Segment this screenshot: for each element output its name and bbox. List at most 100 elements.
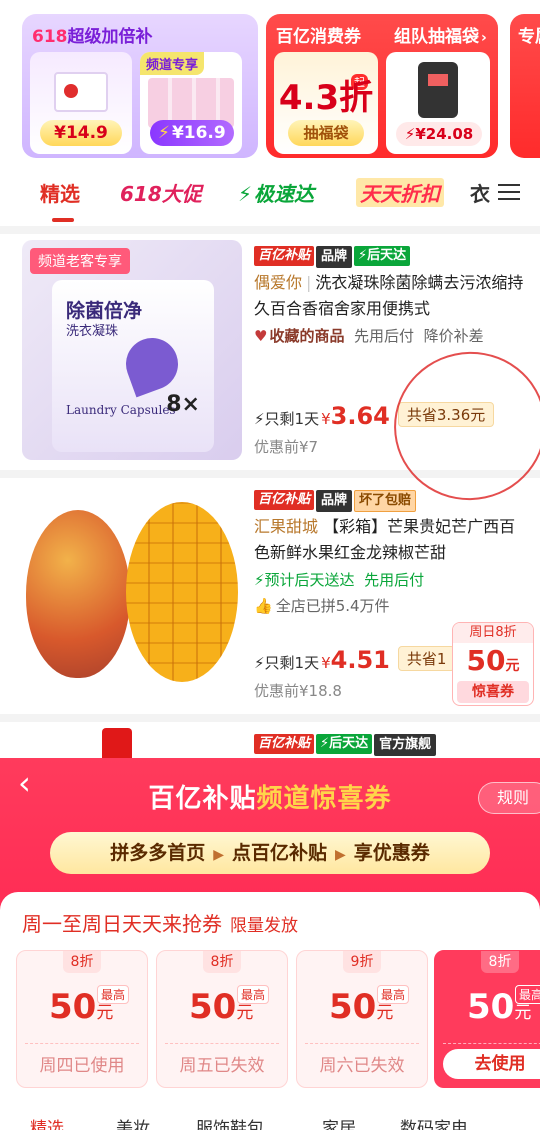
coupon-value: 50元 — [466, 644, 520, 677]
mango-cut-image — [126, 502, 238, 682]
coupon-card[interactable]: 8折 最高 50元 周四已使用 — [16, 950, 148, 1088]
tab-featured[interactable]: 精选 — [40, 178, 80, 222]
tab-express[interactable]: ⚡ 极速达 — [238, 178, 314, 207]
old-customer-badge: 频道老客专享 — [30, 248, 130, 274]
coupon-sheet: ‹ 百亿补贴频道惊喜券 规则 拼多多首页 ▶ 点百亿补贴 ▶ 享优惠券 周一至周日天天来… — [0, 758, 540, 1130]
tag-brand: 品牌 — [316, 246, 353, 268]
sheet-title: 百亿补贴频道惊喜券 — [148, 784, 392, 814]
product-tags: 百亿补贴 品牌 坏了包赔 — [254, 490, 530, 514]
tag-flagship: 官方旗舰 — [374, 734, 437, 756]
chevron-right-icon: ▶ — [213, 847, 224, 863]
rules-button[interactable]: 规则 — [478, 782, 540, 814]
tag-guarantee: 坏了包赔 — [354, 490, 417, 512]
lucky-bag-slot[interactable]: 起 4.3折 抽福袋 — [274, 52, 378, 154]
bottom-category-tabs: 精选 美妆 服饰鞋包 家居 数码家电 — [0, 1114, 540, 1130]
tab-618-sale[interactable]: 618大促 — [120, 178, 202, 207]
coupon-status: 周六已失效 — [319, 1056, 405, 1076]
category-tabs: 精选 618大促 ⚡ 极速达 天天折扣 衣 — [0, 170, 540, 226]
time-left: 只剩1天 — [264, 654, 320, 672]
coupon-value: 50元 — [329, 987, 394, 1027]
promo-card-coupon[interactable]: 百亿消费券 组队抽福袋 › 起 4.3折 抽福袋 ⚡¥24.08 — [266, 14, 498, 158]
promo-card-618[interactable]: 618超级加倍补 ¥14.9 频道专享 ⚡ ¥16.9 — [22, 14, 258, 158]
draw-lucky-bag-button[interactable]: 抽福袋 — [288, 120, 364, 146]
coupon-status: 周四已使用 — [39, 1056, 125, 1076]
product-tags: 百亿补贴 ⚡后天达 官方旗舰 — [254, 734, 530, 758]
lightning-icon: ⚡ — [254, 410, 265, 428]
lightning-icon: ⚡ — [254, 571, 265, 589]
shop-name: 汇果甜城 — [254, 517, 319, 536]
surprise-coupon-float[interactable]: 周日8折 50元 惊喜券 — [452, 622, 534, 706]
promo-banner-row: 618超级加倍补 ¥14.9 频道专享 ⚡ ¥16.9 百亿消费券 组队抽福袋 › … — [0, 0, 540, 170]
lightning-icon: ⚡ — [404, 125, 416, 143]
mango-image — [26, 510, 130, 678]
time-left: 只剩1天 — [264, 410, 320, 428]
lightning-icon: ⚡ — [254, 654, 265, 672]
product-image[interactable] — [22, 484, 242, 704]
shop-name: 偶爱你 — [254, 273, 303, 292]
sales-meta: 👍 全店已拼5.4万件 — [254, 597, 390, 615]
use-coupon-button[interactable]: 去使用 — [443, 1049, 540, 1079]
surprise-coupon-button[interactable]: 惊喜券 — [457, 681, 529, 703]
flower-graphic — [118, 330, 186, 398]
pack-english-label: Laundry Capsules — [66, 403, 176, 417]
product-tags: 百亿补贴 品牌 ⚡后天达 — [254, 246, 530, 270]
product-info: 百亿补贴 品牌 ⚡后天达 偶爱你 | 洗衣凝珠除菌除螨去污浓缩持久百合香宿舍家用便携式 … — [254, 246, 530, 348]
product-card[interactable]: 频道老客专享 除菌倍净 洗衣凝珠 Laundry Capsules 8× 百亿补… — [0, 234, 540, 470]
promo-item-b-tag: 频道专享 — [140, 52, 205, 75]
tab-apparel[interactable]: 服饰鞋包 — [196, 1114, 264, 1130]
tab-clothing[interactable]: 衣 — [470, 178, 490, 207]
coupon-panel: 周一至周日天天来抢券 限量发放 8折 最高 50元 周四已使用 8折 最高 50元… — [0, 892, 540, 1130]
discount-value: 4.3折 — [278, 78, 374, 118]
coupon-card-active[interactable]: 8折 最高 50元 去使用 — [434, 950, 540, 1088]
powerbank-image — [418, 62, 458, 118]
promo-card-lucky-bag-title[interactable]: 组队抽福袋 › — [394, 22, 487, 47]
menu-icon[interactable] — [498, 184, 520, 202]
heart-icon: ♥ — [254, 327, 268, 345]
tag-subsidy: 百亿补贴 — [254, 490, 315, 510]
product-meta: ♥ 收藏的商品 先用后付 降价补差 — [254, 327, 484, 345]
coupon-value: 50元 — [189, 987, 254, 1027]
thumbs-up-icon: 👍 — [254, 597, 273, 615]
promo-item-powerbank[interactable]: ⚡¥24.08 — [386, 52, 490, 154]
product-list: 频道老客专享 除菌倍净 洗衣凝珠 Laundry Capsules 8× 百亿补… — [0, 226, 540, 788]
savings-badge: 共省1 — [397, 646, 456, 671]
promo-card-exclusive[interactable]: 专属 — [510, 14, 540, 158]
tab-electronics[interactable]: 数码家电 — [400, 1114, 468, 1130]
coupon-card[interactable]: 8折 最高 50元 周五已失效 — [156, 950, 288, 1088]
promo-item-a[interactable]: ¥14.9 — [30, 52, 132, 154]
panel-title: 周一至周日天天来抢券 限量发放 — [22, 912, 298, 936]
tab-featured[interactable]: 精选 — [30, 1114, 64, 1130]
coupon-carousel[interactable]: 8折 最高 50元 周四已使用 8折 最高 50元 周五已失效 9折 最高 50… — [0, 950, 540, 1088]
product-card[interactable]: 百亿补贴 品牌 坏了包赔 汇果甜城 【彩箱】芒果贵妃芒广西百色新鲜水果红金龙辣椒芒甜… — [0, 478, 540, 714]
tab-beauty[interactable]: 美妆 — [116, 1114, 150, 1130]
steps-banner: 拼多多首页 ▶ 点百亿补贴 ▶ 享优惠券 — [50, 832, 490, 874]
delivery-meta: ⚡预计后天送达 先用后付 — [254, 571, 425, 589]
currency: ¥ — [321, 410, 331, 428]
tab-home[interactable]: 家居 — [322, 1114, 356, 1130]
pack-title: 除菌倍净 — [66, 300, 143, 322]
promo-item-b-price: ⚡ ¥16.9 — [150, 120, 234, 146]
coupon-discount: 8折 — [157, 951, 287, 973]
coupon-value: 50元 — [467, 987, 532, 1027]
tag-delivery: ⚡后天达 — [316, 734, 373, 754]
coupon-card[interactable]: 9折 最高 50元 周六已失效 — [296, 950, 428, 1088]
tag-delivery: ⚡后天达 — [354, 246, 411, 266]
price: 3.64 — [330, 402, 390, 430]
product-box-image — [54, 72, 108, 112]
promo-card-618-title: 618超级加倍补 — [32, 27, 153, 47]
product-image[interactable]: 频道老客专享 除菌倍净 洗衣凝珠 Laundry Capsules 8× — [22, 240, 242, 460]
product-title[interactable]: 汇果甜城 【彩箱】芒果贵妃芒广西百色新鲜水果红金龙辣椒芒甜 — [254, 514, 530, 566]
coupon-discount: 8折 — [17, 951, 147, 973]
pack-count: 8× — [166, 392, 200, 417]
coupon-value: 50元 — [49, 987, 114, 1027]
coupon-discount: 9折 — [297, 951, 427, 973]
promo-card-exclusive-title: 专属 — [518, 27, 540, 47]
tab-daily-discount[interactable]: 天天折扣 — [356, 178, 444, 207]
product-title[interactable]: 偶爱你 | 洗衣凝珠除菌除螨去污浓缩持久百合香宿舍家用便携式 — [254, 270, 530, 322]
chevron-right-icon: ▶ — [335, 847, 346, 863]
original-price: 优惠前¥18.8 — [254, 682, 342, 700]
original-price: 优惠前¥7 — [254, 438, 319, 456]
coupon-discount-label: 周日8折 — [453, 623, 533, 643]
price-row: ⚡只剩1天 ¥3.64 共省3.36元 — [254, 402, 530, 432]
promo-item-b[interactable]: 频道专享 ⚡ ¥16.9 — [140, 52, 242, 154]
